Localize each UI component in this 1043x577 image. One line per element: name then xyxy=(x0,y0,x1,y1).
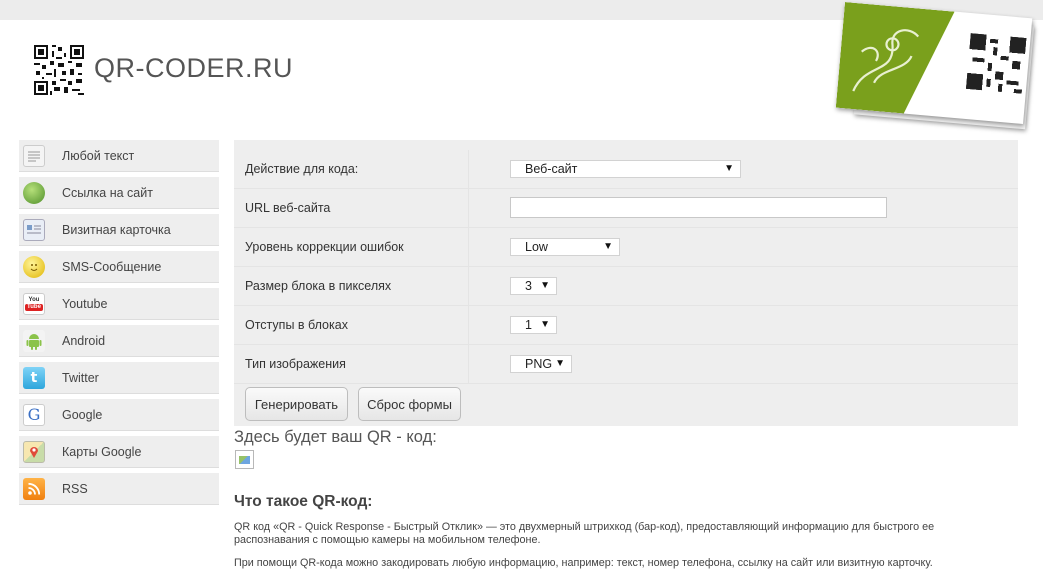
google-icon: G xyxy=(23,403,45,426)
reset-form-button[interactable]: Сброс формы xyxy=(358,387,461,421)
padding-label: Отступы в блоках xyxy=(245,318,348,332)
sidebar-item-link[interactable]: Ссылка на сайт xyxy=(19,177,219,209)
text-document-icon xyxy=(23,144,45,167)
google-maps-icon xyxy=(23,440,45,463)
twitter-icon: t xyxy=(23,366,45,389)
sidebar-item-label: Карты Google xyxy=(62,444,142,459)
form-row-block-size: Размер блока в пикселях 3 ▼ xyxy=(234,267,1018,306)
sidebar-item-rss[interactable]: RSS xyxy=(19,473,219,505)
sidebar-item-label: Google xyxy=(62,407,103,422)
error-level-select[interactable]: Low ▼ xyxy=(510,238,620,256)
chevron-down-icon: ▼ xyxy=(555,358,565,369)
sidebar-item-google-maps[interactable]: Карты Google xyxy=(19,436,219,468)
about-paragraph-1-line-2: распознавания с помощью камеры на мобиль… xyxy=(234,534,541,546)
row-separator xyxy=(468,150,469,189)
url-input[interactable] xyxy=(510,197,887,218)
form-row-image-type: Тип изображения PNG ▼ xyxy=(234,345,1018,384)
qr-form-panel: Действие для кода: Веб-сайт ▼ URL веб-са… xyxy=(234,140,1018,426)
row-separator xyxy=(468,228,469,267)
url-label: URL веб-сайта xyxy=(245,201,331,215)
generate-button[interactable]: Генерировать xyxy=(245,387,348,421)
image-type-select-value: PNG xyxy=(525,357,553,371)
padding-select[interactable]: 1 ▼ xyxy=(510,316,557,334)
block-size-select[interactable]: 3 ▼ xyxy=(510,277,557,295)
chevron-down-icon: ▼ xyxy=(540,280,550,291)
sidebar-item-label: Визитная карточка xyxy=(62,222,171,237)
image-type-label: Тип изображения xyxy=(245,357,346,371)
image-type-select[interactable]: PNG ▼ xyxy=(510,355,572,373)
sidebar-item-twitter[interactable]: t Twitter xyxy=(19,362,219,394)
error-level-label: Уровень коррекции ошибок xyxy=(245,240,404,254)
globe-link-icon xyxy=(23,181,45,204)
row-separator xyxy=(468,189,469,228)
padding-select-value: 1 xyxy=(525,318,532,332)
sidebar-item-label: Twitter xyxy=(62,370,99,385)
qr-result-image-placeholder-icon xyxy=(235,450,254,469)
block-size-select-value: 3 xyxy=(525,279,532,293)
site-title[interactable]: QR-CODER.RU xyxy=(94,53,293,84)
row-separator xyxy=(468,345,469,384)
error-level-select-value: Low xyxy=(525,240,548,254)
banner-qr-icon xyxy=(965,33,1027,94)
sidebar: Любой текст Ссылка на сайт Визитная карт… xyxy=(19,140,219,510)
sidebar-item-google[interactable]: G Google xyxy=(19,399,219,431)
chevron-down-icon: ▼ xyxy=(724,163,734,174)
about-paragraph-1: QR код «QR - Quick Response - Быстрый От… xyxy=(234,521,994,547)
row-separator xyxy=(468,267,469,306)
about-paragraph-2: При помощи QR-кода можно закодировать лю… xyxy=(234,557,933,569)
form-row-padding: Отступы в блоках 1 ▼ xyxy=(234,306,1018,345)
action-select-value: Веб-сайт xyxy=(525,162,578,176)
sidebar-item-business-card[interactable]: Визитная карточка xyxy=(19,214,219,246)
sidebar-item-label: SMS-Сообщение xyxy=(62,259,162,274)
action-label: Действие для кода: xyxy=(245,162,359,176)
chevron-down-icon: ▼ xyxy=(603,241,613,252)
android-icon xyxy=(23,329,45,352)
form-row-error-level: Уровень коррекции ошибок Low ▼ xyxy=(234,228,1018,267)
sidebar-item-any-text[interactable]: Любой текст xyxy=(19,140,219,172)
sidebar-item-android[interactable]: Android xyxy=(19,325,219,357)
qr-result-heading: Здесь будет ваш QR - код: xyxy=(234,428,437,446)
about-heading: Что такое QR-код: xyxy=(234,493,373,510)
about-paragraph-1-line-1: QR код «QR - Quick Response - Быстрый От… xyxy=(234,521,935,533)
business-card-banner xyxy=(835,2,1035,130)
qr-logo-icon[interactable] xyxy=(34,45,84,95)
form-row-url: URL веб-сайта xyxy=(234,189,1018,228)
block-size-label: Размер блока в пикселях xyxy=(245,279,392,293)
sidebar-item-label: RSS xyxy=(62,481,88,496)
sidebar-item-label: Ссылка на сайт xyxy=(62,185,153,200)
youtube-icon: You Tube xyxy=(23,292,45,315)
rss-icon xyxy=(23,477,45,500)
chevron-down-icon: ▼ xyxy=(540,319,550,330)
action-select[interactable]: Веб-сайт ▼ xyxy=(510,160,741,178)
form-row-action: Действие для кода: Веб-сайт ▼ xyxy=(234,150,1018,189)
sidebar-item-label: Youtube xyxy=(62,296,108,311)
sidebar-item-label: Любой текст xyxy=(62,148,135,163)
banner-card xyxy=(835,2,1033,124)
business-card-icon xyxy=(23,218,45,241)
smiley-sms-icon xyxy=(23,255,45,278)
sidebar-item-label: Android xyxy=(62,333,106,348)
row-separator xyxy=(468,306,469,345)
floral-ornament-icon xyxy=(852,29,920,92)
sidebar-item-youtube[interactable]: You Tube Youtube xyxy=(19,288,219,320)
sidebar-item-sms[interactable]: SMS-Сообщение xyxy=(19,251,219,283)
